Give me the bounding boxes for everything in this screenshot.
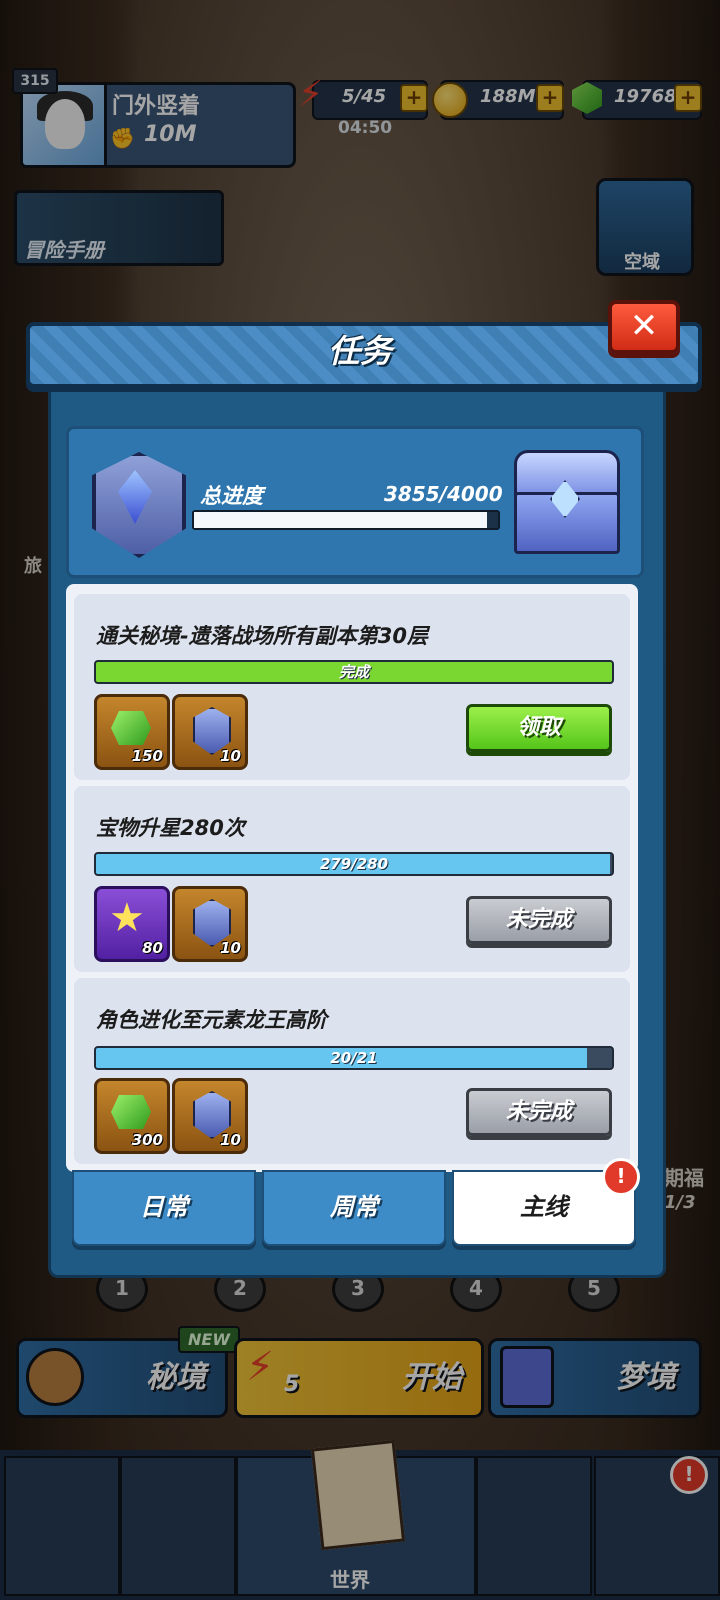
total-progress-bar — [192, 510, 500, 530]
reward-count: 10 — [220, 1131, 241, 1149]
reward-count: 150 — [131, 747, 163, 765]
claim-button[interactable]: 领取 — [466, 704, 612, 752]
tab-daily[interactable]: 日常 — [72, 1170, 256, 1246]
total-progress-fill — [194, 512, 488, 528]
reward-count: 10 — [220, 939, 241, 957]
task-progress-bar: 279/280 — [94, 852, 614, 876]
green-gems-icon — [111, 711, 151, 745]
star-icon: ★ — [109, 895, 145, 941]
main-tab-alert-icon: ! — [602, 1158, 640, 1196]
reward-gems[interactable]: 150 — [94, 694, 170, 770]
task-title: 角色进化至元素龙王高阶 — [96, 1008, 327, 1032]
reward-count: 10 — [220, 747, 241, 765]
reward-badge[interactable]: 10 — [172, 886, 248, 962]
green-gems-icon — [111, 1095, 151, 1129]
task-progress-bar: 20/21 — [94, 1046, 614, 1070]
reward-count: 80 — [142, 939, 163, 957]
reward-count: 300 — [131, 1131, 163, 1149]
task-progress-bar: 完成 — [94, 660, 614, 684]
reward-star[interactable]: ★ 80 — [94, 886, 170, 962]
total-progress-value: 3855/4000 — [384, 482, 503, 506]
incomplete-button[interactable]: 未完成 — [466, 896, 612, 944]
reward-badge[interactable]: 10 — [172, 694, 248, 770]
tab-weekly[interactable]: 周常 — [262, 1170, 446, 1246]
reward-badge[interactable]: 10 — [172, 1078, 248, 1154]
task-progress-text: 20/21 — [330, 1049, 378, 1067]
task-progress-text: 279/280 — [319, 855, 389, 873]
treasure-chest-icon[interactable] — [510, 446, 620, 554]
incomplete-button[interactable]: 未完成 — [466, 1088, 612, 1136]
total-progress-label: 总进度 — [200, 484, 263, 508]
close-button[interactable]: ✕ — [608, 300, 680, 354]
task-title: 宝物升星280次 — [96, 816, 245, 840]
reward-gems[interactable]: 300 — [94, 1078, 170, 1154]
task-title: 通关秘境-遗落战场所有副本第30层 — [96, 624, 428, 648]
task-progress-text: 完成 — [338, 663, 369, 681]
